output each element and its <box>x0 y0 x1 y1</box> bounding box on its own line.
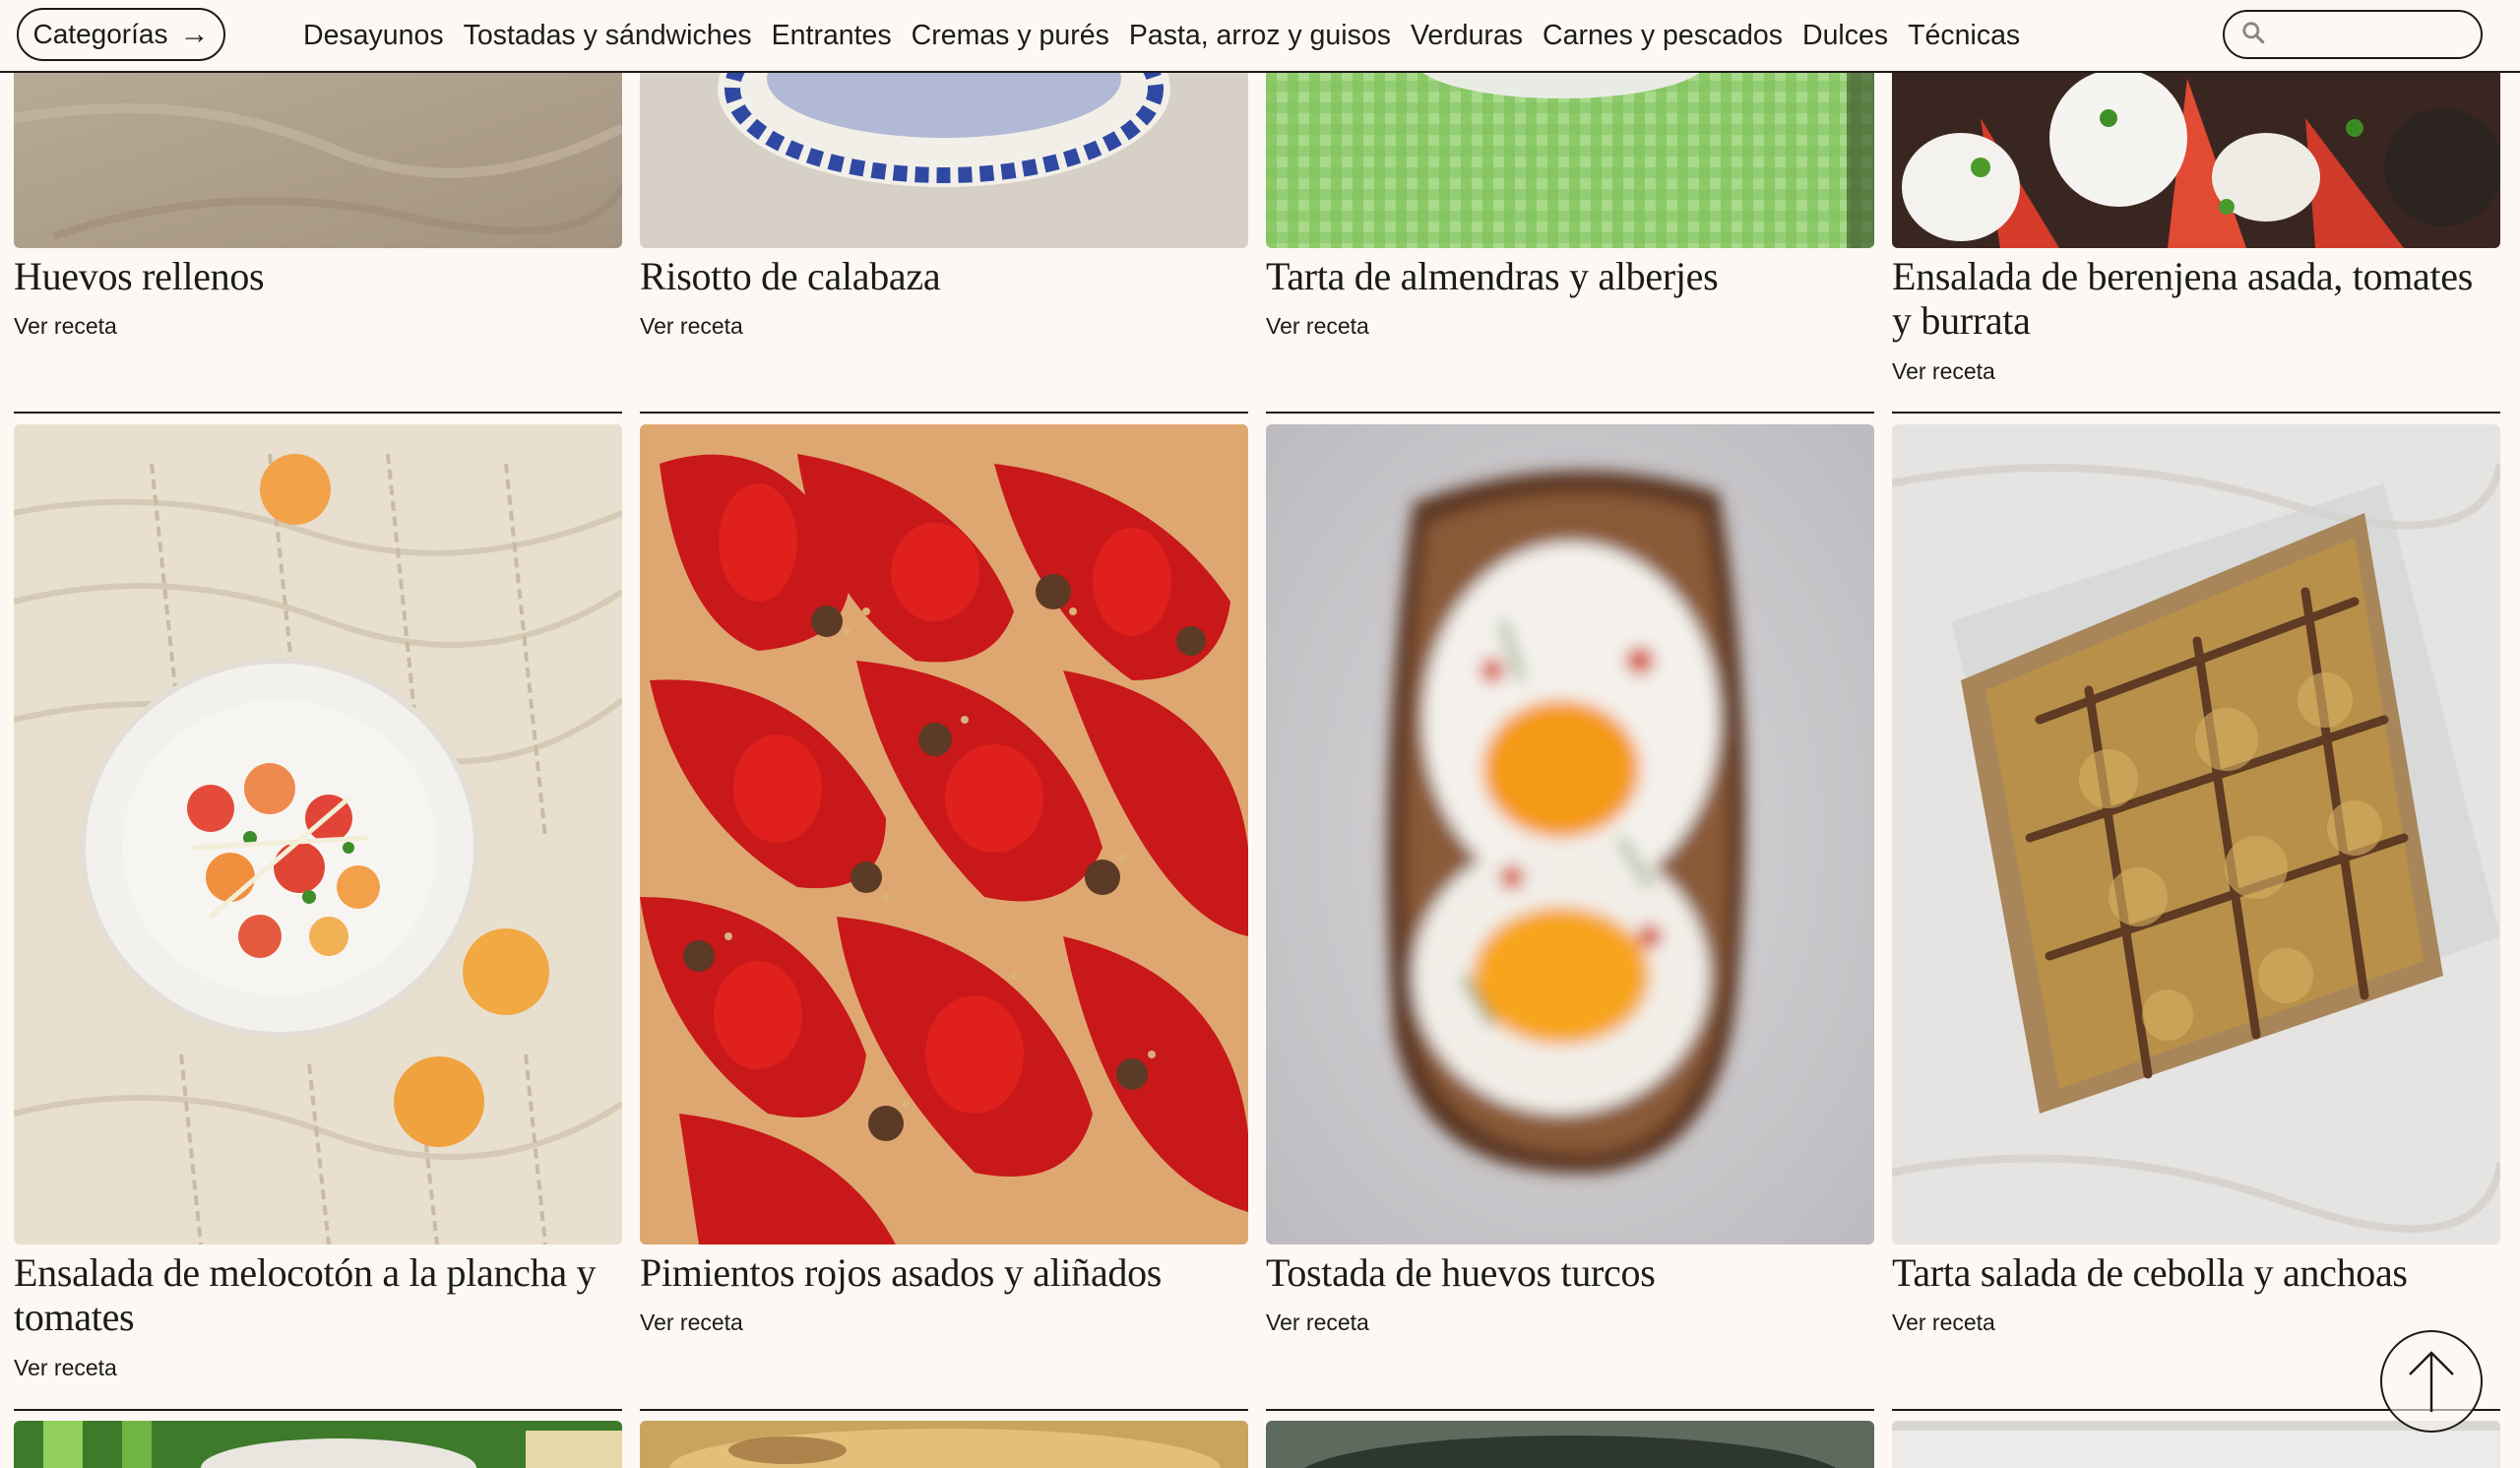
recipe-title[interactable]: Tarta salada de cebolla y anchoas <box>1892 1250 2500 1295</box>
divider <box>1892 412 2500 414</box>
view-recipe-link[interactable]: Ver receta <box>1892 1309 1995 1336</box>
recipe-image[interactable] <box>1266 59 1874 248</box>
divider <box>1266 412 1874 414</box>
recipe-title[interactable]: Pimientos rojos asados y aliñados <box>640 1250 1248 1295</box>
view-recipe-link[interactable]: Ver receta <box>14 313 117 340</box>
recipe-image[interactable] <box>1892 424 2500 1245</box>
recipe-title[interactable]: Risotto de calabaza <box>640 254 1248 298</box>
categories-button[interactable]: Categorías → <box>17 8 225 61</box>
divider <box>14 1409 622 1411</box>
nav-item-cremas-y-pures[interactable]: Cremas y purés <box>912 20 1109 52</box>
recipe-image[interactable] <box>1266 424 1874 1245</box>
recipe-image[interactable] <box>14 1421 622 1468</box>
nav-item-desayunos[interactable]: Desayunos <box>303 20 444 52</box>
divider <box>14 412 622 414</box>
view-recipe-link[interactable]: Ver receta <box>640 313 743 340</box>
nav-item-pasta-arroz-y-guisos[interactable]: Pasta, arroz y guisos <box>1129 20 1391 52</box>
view-recipe-link[interactable]: Ver receta <box>1266 1309 1369 1336</box>
nav-item-carnes-y-pescados[interactable]: Carnes y pescados <box>1543 20 1783 52</box>
back-to-top-button[interactable] <box>2380 1330 2483 1433</box>
recipe-title[interactable]: Tarta de almendras y alberjes <box>1266 254 1874 298</box>
divider <box>640 412 1248 414</box>
view-recipe-link[interactable]: Ver receta <box>1892 358 1995 385</box>
search-icon <box>2240 20 2266 50</box>
arrow-up-icon <box>2409 1351 2454 1412</box>
divider <box>1266 1409 1874 1411</box>
nav-item-verduras[interactable]: Verduras <box>1411 20 1523 52</box>
recipe-image[interactable] <box>640 424 1248 1245</box>
category-nav: Desayunos Tostadas y sándwiches Entrante… <box>303 0 2020 71</box>
nav-item-tecnicas[interactable]: Técnicas <box>1908 20 2020 52</box>
recipe-image[interactable] <box>640 59 1248 248</box>
recipe-title[interactable]: Huevos rellenos <box>14 254 622 298</box>
recipe-title[interactable]: Tostada de huevos turcos <box>1266 1250 1874 1295</box>
categories-label: Categorías <box>32 19 168 49</box>
search-input[interactable] <box>2276 20 2477 49</box>
nav-item-entrantes[interactable]: Entrantes <box>772 20 892 52</box>
divider <box>640 1409 1248 1411</box>
recipe-image[interactable] <box>1266 1421 1874 1468</box>
view-recipe-link[interactable]: Ver receta <box>640 1309 743 1336</box>
top-navigation-bar: Categorías → Desayunos Tostadas y sándwi… <box>0 0 2520 73</box>
recipe-image[interactable] <box>14 59 622 248</box>
recipe-image[interactable] <box>14 424 622 1245</box>
arrow-right-icon: → <box>179 18 210 50</box>
nav-item-dulces[interactable]: Dulces <box>1802 20 1888 52</box>
nav-item-tostadas-y-sandwiches[interactable]: Tostadas y sándwiches <box>464 20 752 52</box>
recipe-title[interactable]: Ensalada de melocotón a la plancha y tom… <box>14 1250 622 1339</box>
recipe-title[interactable]: Ensalada de berenjena asada, tomates y b… <box>1892 254 2500 343</box>
recipe-image[interactable] <box>640 1421 1248 1468</box>
recipe-image[interactable] <box>1892 59 2500 248</box>
view-recipe-link[interactable]: Ver receta <box>14 1355 117 1381</box>
view-recipe-link[interactable]: Ver receta <box>1266 313 1369 340</box>
search-box[interactable] <box>2223 10 2483 59</box>
